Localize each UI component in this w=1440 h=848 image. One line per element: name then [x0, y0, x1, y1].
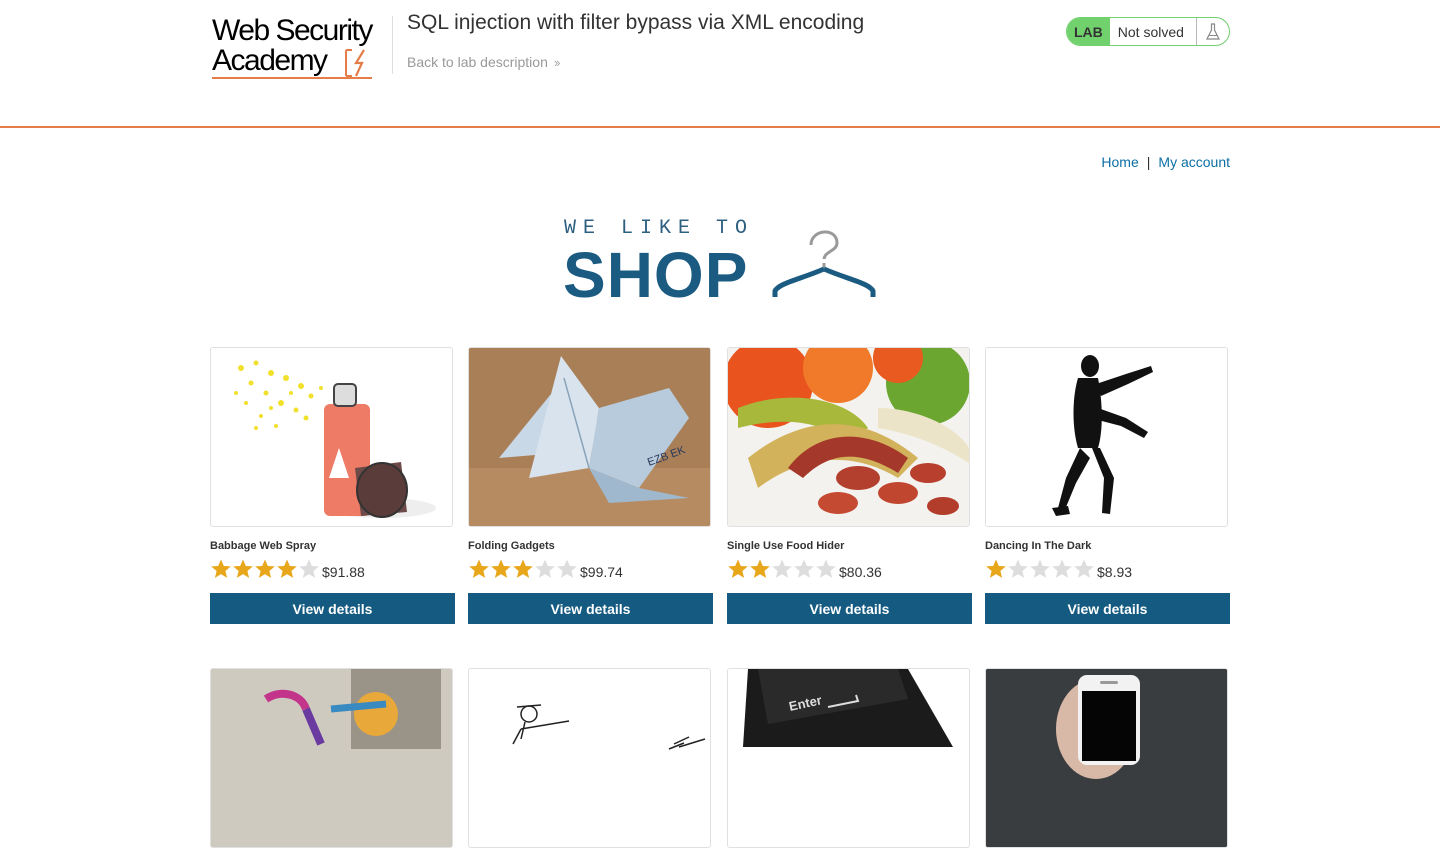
star-empty-icon — [299, 559, 319, 578]
folded-banknote-image[interactable]: EZB EK — [468, 347, 711, 527]
star-filled-icon — [233, 559, 253, 578]
dancing-silhouette-image[interactable] — [985, 347, 1228, 527]
sketch-figure-image[interactable] — [468, 668, 711, 848]
view-details-button[interactable]: View details — [727, 593, 972, 624]
star-empty-icon — [557, 559, 577, 578]
star-empty-icon — [816, 559, 836, 578]
lab-status-widget: LAB Not solved — [1066, 17, 1230, 46]
star-filled-icon — [513, 559, 533, 578]
star-filled-icon — [255, 559, 275, 578]
star-filled-icon — [750, 559, 770, 578]
enter-key-image[interactable]: Enter — [727, 668, 970, 848]
product-price: $99.74 — [580, 564, 623, 580]
top-nav: Home | My account — [1101, 154, 1230, 170]
star-filled-icon — [277, 559, 297, 578]
double-chevron-right-icon: ›› — [553, 55, 561, 70]
star-rating — [727, 558, 837, 580]
logo-text-line1: Web Security — [212, 14, 373, 47]
product-price: $80.36 — [839, 564, 882, 580]
view-details-button[interactable]: View details — [210, 593, 455, 624]
lab-status-text: Not solved — [1110, 18, 1197, 45]
smartphone-image[interactable] — [985, 668, 1228, 848]
nav-my-account-link[interactable]: My account — [1158, 154, 1230, 170]
logo-underline — [212, 77, 372, 79]
star-rating — [468, 558, 578, 580]
logo-text-line2: Academy — [212, 44, 328, 77]
star-rating — [210, 558, 320, 580]
product-name: Folding Gadgets — [468, 540, 555, 552]
star-empty-icon — [535, 559, 555, 578]
product-name: Babbage Web Spray — [210, 540, 317, 552]
star-empty-icon — [1030, 559, 1050, 578]
view-details-button[interactable]: View details — [985, 593, 1230, 624]
academy-header: Web Security Academy SQL injection with … — [0, 0, 1440, 128]
spray-can-image[interactable] — [210, 347, 453, 527]
web-security-academy-logo[interactable]: Web Security Academy — [210, 14, 392, 80]
star-empty-icon — [1052, 559, 1072, 578]
product-name: Dancing In The Dark — [985, 540, 1092, 552]
star-filled-icon — [986, 559, 1006, 578]
star-empty-icon — [772, 559, 792, 578]
knitted-bike-image[interactable] — [210, 668, 453, 848]
lab-title: SQL injection with filter bypass via XML… — [407, 11, 865, 34]
star-empty-icon — [794, 559, 814, 578]
star-empty-icon — [1074, 559, 1094, 578]
product-price: $91.88 — [322, 564, 365, 580]
back-to-lab-description-link[interactable]: Back to lab description ›› — [407, 54, 561, 70]
star-rating — [985, 558, 1095, 580]
banner-big-text: SHOP — [563, 239, 749, 311]
header-divider — [392, 16, 393, 74]
view-details-button[interactable]: View details — [468, 593, 713, 624]
lab-badge: LAB — [1067, 18, 1110, 45]
product-price: $8.93 — [1097, 564, 1133, 580]
star-empty-icon — [1008, 559, 1028, 578]
we-like-to-shop-banner: WE LIKE TO SHOP — [563, 215, 883, 311]
star-filled-icon — [491, 559, 511, 578]
food-image[interactable] — [727, 347, 970, 527]
lightning-bolt-icon — [345, 49, 365, 77]
banner-small-text: WE LIKE TO — [564, 217, 755, 240]
star-filled-icon — [469, 559, 489, 578]
back-link-label: Back to lab description — [407, 54, 548, 70]
nav-separator: | — [1146, 154, 1151, 170]
product-name: Single Use Food Hider — [727, 540, 845, 552]
coat-hanger-icon — [772, 230, 876, 297]
star-filled-icon — [211, 559, 231, 578]
star-filled-icon — [728, 559, 748, 578]
nav-home-link[interactable]: Home — [1101, 154, 1138, 170]
flask-icon — [1197, 22, 1229, 41]
